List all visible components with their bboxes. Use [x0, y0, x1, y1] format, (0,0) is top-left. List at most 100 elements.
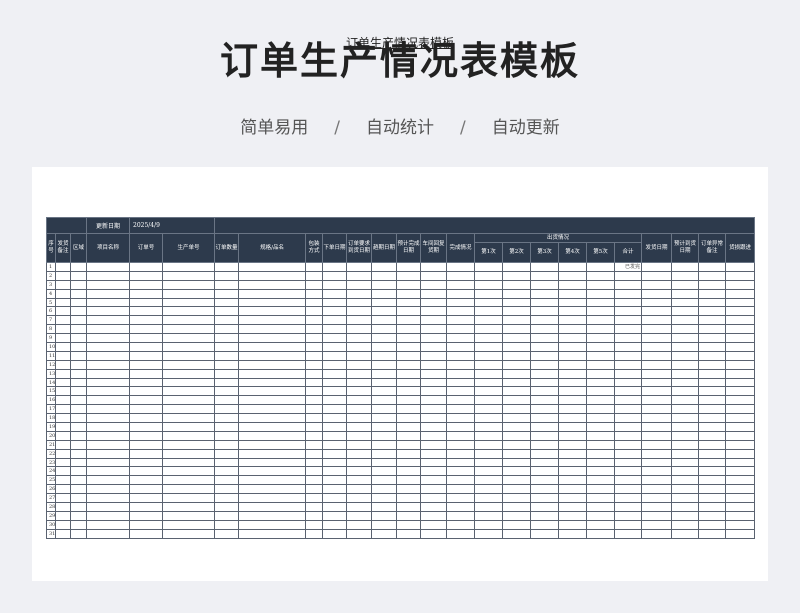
table-cell[interactable]	[530, 342, 560, 352]
table-cell[interactable]	[420, 377, 448, 388]
table-cell[interactable]	[214, 502, 240, 512]
table-cell[interactable]	[69, 324, 88, 335]
table-cell[interactable]	[698, 484, 727, 495]
table-cell[interactable]	[162, 448, 216, 459]
table-cell[interactable]	[725, 510, 756, 521]
table-cell[interactable]	[55, 262, 71, 272]
table-cell[interactable]	[586, 475, 616, 486]
table-cell[interactable]	[614, 457, 643, 468]
table-cell[interactable]	[725, 502, 756, 512]
table-cell[interactable]	[420, 404, 448, 415]
table-cell[interactable]	[502, 386, 532, 397]
table-cell[interactable]	[446, 262, 476, 272]
table-cell[interactable]	[446, 342, 476, 352]
table-cell[interactable]	[614, 368, 643, 379]
table-cell[interactable]	[698, 519, 727, 530]
table-cell[interactable]	[214, 377, 240, 388]
table-cell[interactable]	[474, 306, 504, 317]
table-cell[interactable]	[238, 395, 307, 406]
table-cell[interactable]	[214, 519, 240, 530]
table-cell[interactable]	[396, 306, 422, 317]
table-cell[interactable]	[305, 528, 324, 539]
table-cell[interactable]	[446, 368, 476, 379]
table-cell[interactable]	[238, 519, 307, 530]
table-cell[interactable]	[586, 279, 616, 290]
table-cell[interactable]	[671, 306, 700, 317]
table-cell[interactable]	[214, 404, 240, 415]
table-cell[interactable]	[238, 359, 307, 370]
table-cell[interactable]	[530, 430, 560, 441]
table-cell[interactable]	[371, 502, 398, 512]
table-cell[interactable]	[502, 502, 532, 512]
table-cell[interactable]	[238, 315, 307, 326]
table-cell[interactable]	[474, 528, 504, 539]
table-cell[interactable]	[558, 395, 588, 406]
table-cell[interactable]	[305, 279, 324, 290]
table-cell[interactable]	[322, 279, 348, 290]
table-cell[interactable]	[474, 422, 504, 432]
table-cell[interactable]	[214, 510, 240, 521]
table-cell[interactable]	[698, 270, 727, 281]
table-cell[interactable]	[129, 350, 164, 361]
table-cell[interactable]	[55, 519, 71, 530]
table-cell[interactable]	[346, 315, 373, 326]
table-cell[interactable]	[238, 350, 307, 361]
table-cell[interactable]	[558, 430, 588, 441]
table-cell[interactable]	[214, 324, 240, 335]
table-cell[interactable]	[69, 315, 88, 326]
table-cell[interactable]	[586, 510, 616, 521]
table-cell[interactable]	[371, 510, 398, 521]
table-cell[interactable]	[346, 430, 373, 441]
table-cell[interactable]	[558, 457, 588, 468]
table-cell[interactable]	[586, 350, 616, 361]
table-cell[interactable]	[346, 466, 373, 477]
table-cell[interactable]	[474, 359, 504, 370]
table-cell[interactable]	[474, 333, 504, 344]
table-cell[interactable]	[614, 306, 643, 317]
table-cell[interactable]	[346, 528, 373, 539]
table-cell[interactable]	[698, 466, 727, 477]
table-cell[interactable]	[671, 324, 700, 335]
table-cell[interactable]	[55, 510, 71, 521]
table-cell[interactable]	[86, 448, 131, 459]
table-cell[interactable]	[305, 404, 324, 415]
table-cell[interactable]	[641, 315, 673, 326]
table-cell[interactable]	[502, 439, 532, 450]
table-cell[interactable]	[671, 368, 700, 379]
table-cell[interactable]	[346, 395, 373, 406]
table-cell[interactable]	[305, 493, 324, 504]
table-cell[interactable]	[641, 368, 673, 379]
table-cell[interactable]	[474, 439, 504, 450]
table-cell[interactable]	[305, 359, 324, 370]
table-cell[interactable]	[530, 502, 560, 512]
table-cell[interactable]	[346, 510, 373, 521]
table-cell[interactable]	[396, 386, 422, 397]
table-cell[interactable]	[502, 359, 532, 370]
table-cell[interactable]	[371, 359, 398, 370]
table-cell[interactable]	[698, 430, 727, 441]
table-cell[interactable]	[586, 324, 616, 335]
table-cell[interactable]	[641, 484, 673, 495]
table-cell[interactable]	[420, 519, 448, 530]
table-cell[interactable]	[586, 439, 616, 450]
table-cell[interactable]	[558, 324, 588, 335]
table-cell[interactable]	[725, 457, 756, 468]
table-cell[interactable]	[725, 528, 756, 539]
table-cell[interactable]	[671, 430, 700, 441]
table-cell[interactable]	[322, 422, 348, 432]
table-cell[interactable]	[238, 439, 307, 450]
table-cell[interactable]	[69, 439, 88, 450]
table-cell[interactable]	[305, 430, 324, 441]
table-cell[interactable]	[530, 519, 560, 530]
table-cell[interactable]	[558, 502, 588, 512]
table-cell[interactable]	[725, 422, 756, 432]
table-cell[interactable]	[586, 502, 616, 512]
table-cell[interactable]	[396, 359, 422, 370]
table-cell[interactable]	[162, 502, 216, 512]
table-cell[interactable]	[346, 484, 373, 495]
table-cell[interactable]	[322, 466, 348, 477]
table-cell[interactable]	[322, 315, 348, 326]
table-cell[interactable]	[558, 270, 588, 281]
table-cell[interactable]	[305, 306, 324, 317]
table-cell[interactable]	[446, 457, 476, 468]
